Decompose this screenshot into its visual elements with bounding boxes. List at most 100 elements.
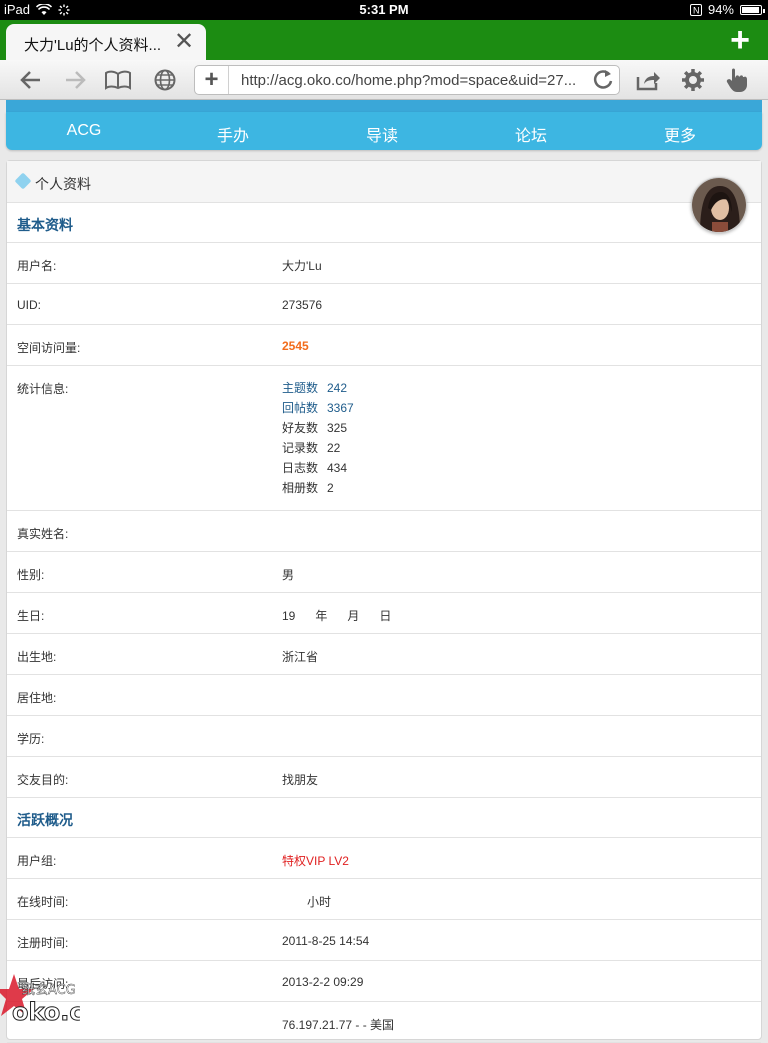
row-ip: 76.197.21.77 - - 美国 (7, 1002, 761, 1043)
gear-icon (682, 69, 704, 91)
stat-topics-label[interactable]: 主题数 (282, 378, 327, 398)
row-realname: 真实姓名: (7, 511, 761, 552)
hand-pointer-icon (726, 68, 747, 92)
label-gender: 性别: (17, 568, 45, 582)
battery-percent: 94% (707, 2, 734, 17)
stat-albums: 相册数 2 (282, 478, 354, 498)
status-time: 5:31 PM (359, 2, 409, 17)
value-visits: 2545 (282, 339, 309, 353)
row-purpose: 交友目的: 找朋友 (7, 757, 761, 798)
value-usergroup[interactable]: 特权VIP LV2 (282, 852, 349, 869)
new-tab-button[interactable]: + (730, 22, 750, 58)
site-header-strip (6, 100, 762, 112)
row-uid: UID: 273576 (7, 284, 761, 325)
panel-title: 个人资料 (35, 176, 91, 192)
stat-replies[interactable]: 回帖数 3367 (282, 398, 354, 418)
row-residence: 居住地: (7, 675, 761, 716)
value-username: 大力'Lu (282, 259, 322, 273)
stat-albums-label: 相册数 (282, 481, 319, 495)
value-lastvisit: 2013-2-2 09:29 (282, 975, 364, 989)
nfc-icon: N (689, 3, 702, 16)
watermark-text-2: oko.co (12, 998, 80, 1024)
stat-topics[interactable]: 主题数 242 (282, 378, 354, 398)
profile-panel: 个人资料 基本资料 用户名: 大力'Lu UID: 273576 空间访问量: … (6, 160, 762, 1043)
tab-title: 大力'Lu的个人资料... (24, 37, 162, 54)
site-watermark: 纸玄ACG oko.co (0, 972, 101, 1027)
panel-header: 个人资料 (7, 161, 761, 233)
share-button[interactable] (634, 65, 664, 95)
browser-tab[interactable]: 大力'Lu的个人资料... ✕ (6, 24, 206, 60)
stat-replies-label[interactable]: 回帖数 (282, 398, 327, 418)
stat-records-label: 记录数 (282, 441, 319, 455)
value-birthplace: 浙江省 (282, 650, 319, 664)
row-regtime: 注册时间: 2011-8-25 14:54 (7, 920, 761, 961)
row-username: 用户名: 大力'Lu (7, 243, 761, 284)
label-birthday: 生日: (17, 609, 45, 623)
section-activity: 活跃概况 (7, 798, 761, 838)
status-right: N 94% (689, 2, 765, 17)
stat-blogs-value: 434 (327, 461, 348, 475)
gesture-button[interactable] (722, 65, 752, 95)
row-usergroup: 用户组: 特权VIP LV2 (7, 838, 761, 879)
row-education: 学历: (7, 716, 761, 757)
label-realname: 真实姓名: (17, 527, 69, 541)
nav-item-figures[interactable]: 手办 (183, 122, 283, 146)
value-regtime: 2011-8-25 14:54 (282, 934, 370, 948)
reload-icon (593, 70, 613, 89)
back-button[interactable] (16, 65, 46, 95)
close-tab-button[interactable]: ✕ (174, 28, 194, 56)
stat-friends-label: 好友数 (282, 421, 319, 435)
tab-bar: 大力'Lu的个人资料... ✕ + (0, 20, 768, 60)
gem-icon (14, 172, 32, 190)
stat-blogs: 日志数 434 (282, 458, 354, 478)
battery-level (742, 6, 759, 13)
value-uid: 273576 (282, 298, 323, 312)
stat-friends: 好友数 325 (282, 418, 354, 438)
add-bookmark-button[interactable]: + (195, 66, 229, 94)
label-purpose: 交友目的: (17, 773, 69, 787)
nav-item-acg[interactable]: ACG (34, 122, 134, 140)
label-stats: 统计信息: (17, 382, 69, 396)
watermark-star-icon: 纸玄ACG oko.co (0, 974, 101, 1027)
watermark-text-1: 纸玄ACG (22, 983, 76, 998)
label-birthplace: 出生地: (17, 650, 57, 664)
label-usergroup: 用户组: (17, 854, 57, 868)
settings-button[interactable] (678, 65, 708, 95)
row-birthplace: 出生地: 浙江省 (7, 634, 761, 675)
value-online: 小时 (307, 895, 332, 909)
section-activity-title: 活跃概况 (17, 812, 73, 828)
stat-records-value: 22 (327, 441, 341, 455)
url-bar[interactable]: + http://acg.oko.co/home.php?mod=space&u… (194, 65, 620, 95)
forward-button[interactable] (60, 65, 90, 95)
nav-item-forum[interactable]: 论坛 (481, 122, 581, 146)
forward-arrow-icon (66, 71, 86, 89)
value-purpose: 找朋友 (282, 773, 319, 787)
label-education: 学历: (17, 732, 45, 746)
globe-button[interactable] (150, 65, 180, 95)
label-username: 用户名: (17, 259, 57, 273)
stats-list: 主题数 242 回帖数 3367 好友数 325 记录数 22 日志数 434 相册数 2 (282, 378, 354, 498)
stat-replies-value[interactable]: 3367 (327, 401, 354, 415)
value-gender: 男 (282, 568, 295, 582)
nav-item-more[interactable]: 更多 (630, 122, 730, 146)
book-icon (105, 70, 131, 90)
stat-albums-value: 2 (327, 481, 334, 495)
row-online: 在线时间: 小时 (7, 879, 761, 920)
stat-topics-value[interactable]: 242 (327, 381, 347, 395)
row-stats: 统计信息: 主题数 242 回帖数 3367 好友数 325 记录数 22 日志数 434… (7, 366, 761, 511)
site-nav: ACG 手办 导读 论坛 更多 (6, 112, 762, 150)
label-residence: 居住地: (17, 691, 57, 705)
section-basic-title: 基本资料 (17, 217, 73, 233)
label-visits: 空间访问量: (17, 341, 81, 355)
reload-button[interactable] (593, 68, 613, 96)
stat-records: 记录数 22 (282, 438, 354, 458)
nav-item-guide[interactable]: 导读 (332, 122, 432, 146)
row-birthday: 生日: 19 年 月 日 (7, 593, 761, 634)
label-online: 在线时间: (17, 895, 69, 909)
battery-icon (740, 4, 765, 15)
url-text[interactable]: http://acg.oko.co/home.php?mod=space&uid… (241, 72, 581, 89)
stat-friends-value: 325 (327, 421, 348, 435)
globe-icon (154, 69, 176, 91)
bookmarks-button[interactable] (103, 65, 133, 95)
section-basic-info: 基本资料 (7, 203, 761, 243)
